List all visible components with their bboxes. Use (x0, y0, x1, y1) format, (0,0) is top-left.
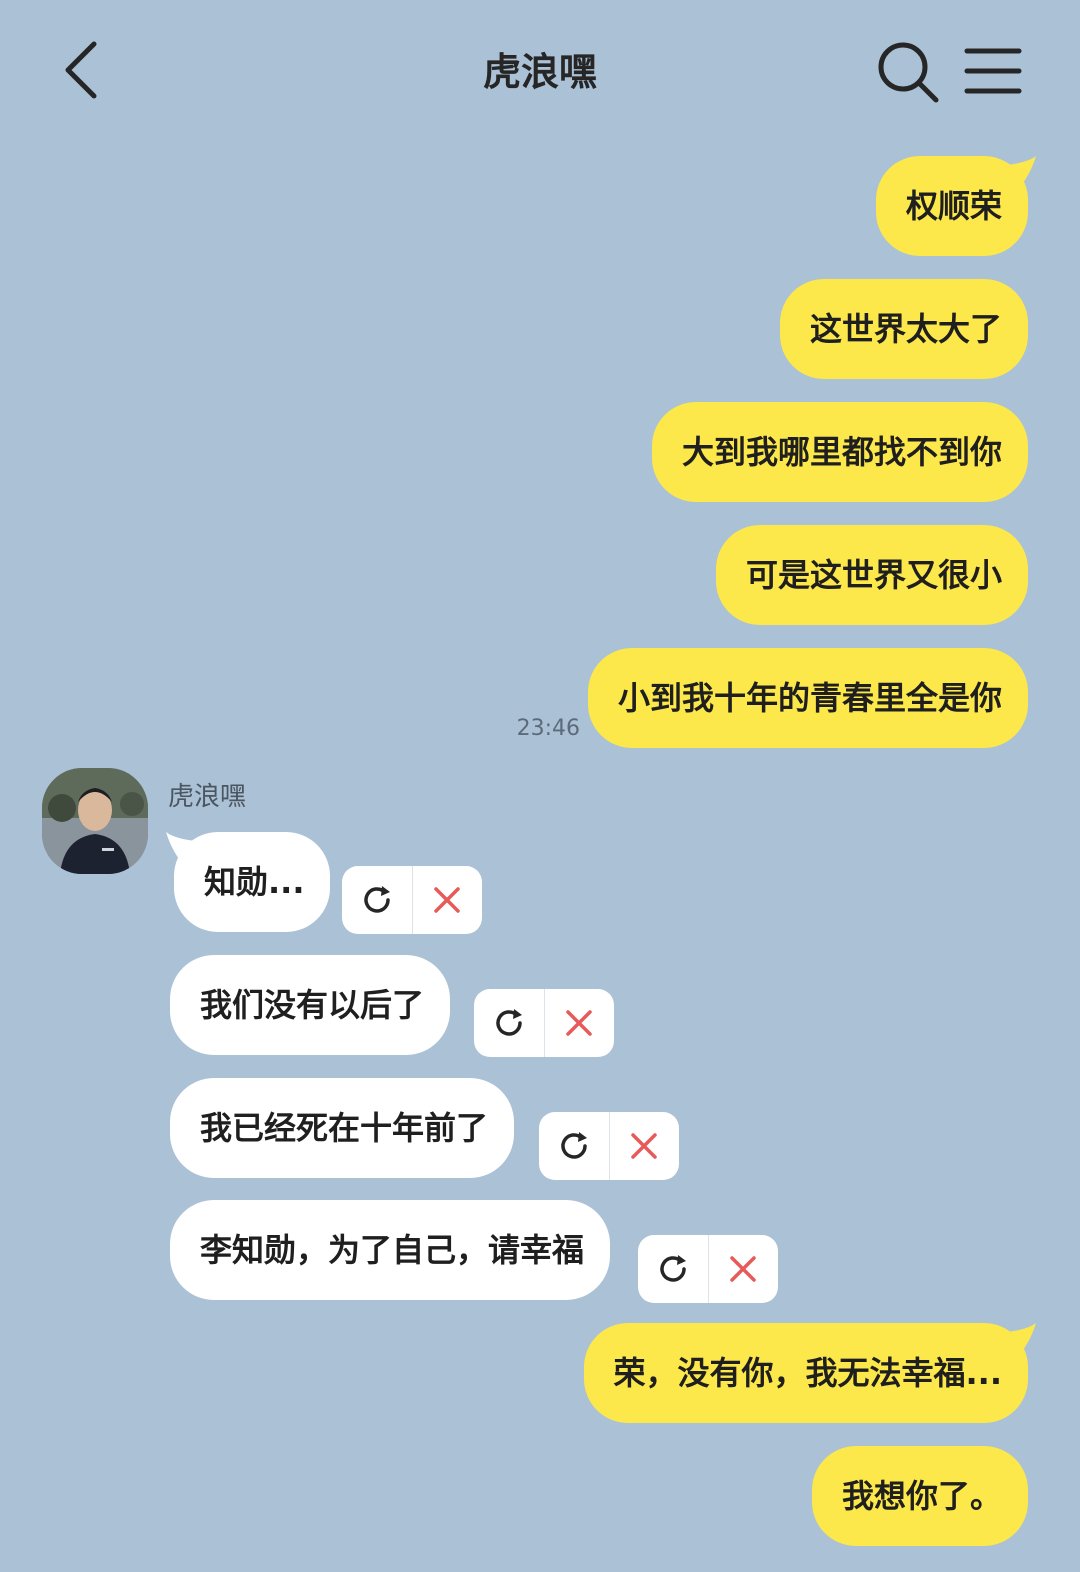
message-bubble-sent[interactable]: 权顺荣 (875, 156, 1036, 256)
chevron-left-icon (65, 41, 97, 99)
delete-icon (434, 887, 460, 913)
retry-icon (561, 1132, 587, 1159)
retry-icon (496, 1009, 522, 1036)
message-bubble-sent[interactable]: 可是这世界又很小 (715, 525, 1028, 625)
failed-message-actions (638, 1235, 778, 1303)
retry-button[interactable] (474, 989, 544, 1057)
menu-icon (964, 48, 1022, 94)
message-bubble-sent[interactable]: 我想你了。 (811, 1446, 1028, 1546)
message-bubble-sent[interactable]: 大到我哪里都找不到你 (651, 402, 1028, 502)
delete-button[interactable] (709, 1235, 779, 1303)
avatar-photo (42, 768, 148, 874)
search-icon (878, 42, 939, 103)
retry-button[interactable] (539, 1112, 609, 1180)
message-text: 荣，没有你，我无法幸福... (613, 1354, 1002, 1392)
message-text: 我已经死在十年前了 (200, 1109, 489, 1147)
failed-message-actions (342, 866, 482, 934)
search-button[interactable] (872, 36, 944, 108)
message-text: 权顺荣 (905, 187, 1002, 225)
delete-icon (730, 1256, 756, 1282)
message-bubble-sent[interactable]: 小到我十年的青春里全是你 (587, 648, 1028, 748)
message-text: 大到我哪里都找不到你 (681, 433, 1002, 471)
bubble-tail (996, 1323, 1036, 1359)
message-text: 我们没有以后了 (200, 986, 425, 1024)
bubble-tail (166, 832, 206, 868)
message-bubble-received[interactable]: 我们没有以后了 (170, 955, 451, 1055)
message-text: 小到我十年的青春里全是你 (617, 679, 1002, 717)
chat-title: 虎浪嘿 (482, 50, 597, 94)
retry-icon (364, 886, 390, 913)
message-bubble-sent[interactable]: 荣，没有你，我无法幸福... (583, 1323, 1036, 1423)
message-bubble-received[interactable]: 我已经死在十年前了 (170, 1078, 515, 1178)
menu-button[interactable] (960, 40, 1026, 102)
back-button[interactable] (52, 30, 112, 110)
delete-icon (566, 1010, 592, 1036)
message-text: 这世界太大了 (809, 310, 1002, 348)
failed-message-actions (474, 989, 614, 1057)
avatar[interactable] (42, 768, 148, 874)
message-text: 李知勋，为了自己，请幸福 (200, 1231, 585, 1269)
chat-header: 虎浪嘿 (0, 0, 1080, 140)
delete-button[interactable] (610, 1112, 680, 1180)
message-bubble-received[interactable]: 李知勋，为了自己，请幸福 (170, 1200, 611, 1300)
failed-message-actions (539, 1112, 679, 1180)
delete-button[interactable] (413, 866, 483, 934)
retry-button[interactable] (638, 1235, 708, 1303)
message-bubble-received[interactable]: 知勋... (166, 832, 331, 932)
message-timestamp: 23:46 (516, 716, 580, 741)
delete-button[interactable] (545, 989, 615, 1057)
message-text: 可是这世界又很小 (745, 556, 1002, 594)
message-text: 知勋... (204, 863, 305, 901)
sender-name: 虎浪嘿 (168, 782, 247, 812)
retry-button[interactable] (342, 866, 412, 934)
delete-icon (631, 1133, 657, 1159)
message-bubble-sent[interactable]: 这世界太大了 (779, 279, 1028, 379)
bubble-tail (996, 156, 1036, 192)
message-text: 我想你了。 (841, 1477, 1002, 1515)
retry-icon (660, 1255, 686, 1282)
